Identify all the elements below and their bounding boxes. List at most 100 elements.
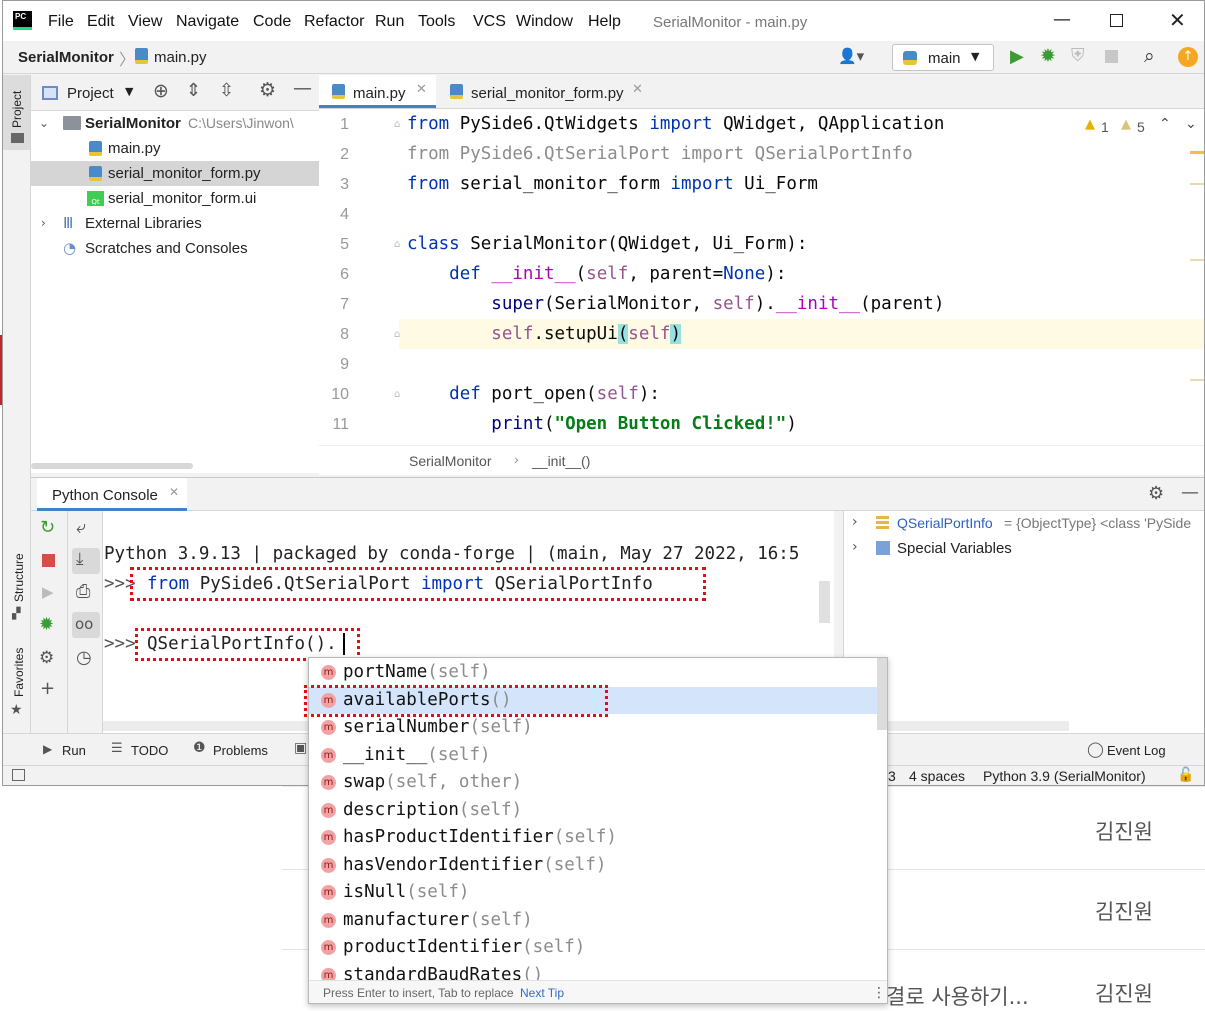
hide-icon[interactable]: —: [293, 77, 312, 99]
fold-icon[interactable]: ⌂: [394, 119, 400, 130]
completion-item[interactable]: m isNull(self): [309, 879, 877, 907]
nav-project[interactable]: SerialMonitor: [18, 49, 114, 66]
menu-code[interactable]: Code: [253, 13, 291, 31]
close-icon[interactable]: ✕: [416, 82, 427, 97]
tree-scratches[interactable]: ◔ Scratches and Consoles: [31, 236, 319, 261]
fold-icon[interactable]: ⌂: [394, 239, 400, 250]
menu-vcs[interactable]: VCS: [473, 13, 506, 31]
fold-icon[interactable]: ⌂: [394, 329, 400, 340]
search-icon[interactable]: ⌕: [1144, 45, 1155, 67]
chevron-down-icon[interactable]: ▼: [125, 85, 133, 98]
expand-all-icon[interactable]: ⇕: [186, 80, 201, 101]
stripe-project-label[interactable]: Project: [10, 91, 24, 128]
print-icon[interactable]: ⎙: [76, 581, 90, 602]
special-variables-label[interactable]: Special Variables: [897, 540, 1012, 557]
menu-file[interactable]: File: [48, 13, 74, 31]
rerun-icon[interactable]: ↻: [40, 517, 55, 538]
soft-wrap-icon[interactable]: ⤶: [76, 517, 86, 538]
update-icon[interactable]: ↑: [1178, 47, 1198, 67]
error-stripe-mark[interactable]: [1190, 379, 1204, 381]
vertical-scrollbar[interactable]: [819, 581, 830, 623]
tree-item-form-ui[interactable]: Qt serial_monitor_form.ui: [31, 186, 319, 211]
close-icon[interactable]: ✕: [169, 485, 179, 499]
gear-icon[interactable]: ⚙: [1148, 483, 1164, 504]
maximize-icon[interactable]: [1110, 14, 1123, 27]
variable-name[interactable]: QSerialPortInfo: [897, 515, 993, 531]
debug-icon[interactable]: ✹: [1040, 45, 1056, 67]
chevron-right-icon[interactable]: ›: [852, 539, 858, 555]
chevron-down-icon[interactable]: ⌄: [1185, 116, 1197, 132]
menu-window[interactable]: Window: [516, 13, 573, 31]
stop-icon[interactable]: [42, 554, 55, 567]
status-indent[interactable]: 4 spaces: [909, 768, 965, 784]
menu-navigate[interactable]: Navigate: [176, 13, 239, 31]
stop-icon[interactable]: [1105, 50, 1118, 63]
stripe-favorites-label[interactable]: Favorites: [12, 648, 26, 697]
nav-file[interactable]: main.py: [154, 49, 207, 66]
completion-item[interactable]: m hasProductIdentifier(self): [309, 824, 877, 852]
error-stripe-mark[interactable]: [1190, 183, 1204, 185]
error-stripe-mark[interactable]: [1190, 259, 1204, 261]
layout-icon[interactable]: [12, 769, 25, 781]
completion-item[interactable]: m __init__(self): [309, 742, 877, 770]
next-tip-link[interactable]: Next Tip: [520, 981, 564, 1003]
history-icon[interactable]: ◷: [76, 647, 92, 668]
breadcrumb-method[interactable]: __init__(): [532, 453, 590, 469]
warning-icon[interactable]: ▲: [1085, 117, 1095, 132]
completion-item[interactable]: m hasVendorIdentifier(self): [309, 852, 877, 880]
tree-root[interactable]: ⌄ SerialMonitor C:\Users\Jinwon\: [31, 111, 319, 136]
menu-help[interactable]: Help: [588, 13, 621, 31]
tab-main-py[interactable]: main.py ✕: [319, 75, 436, 108]
close-icon[interactable]: ✕: [1169, 8, 1186, 32]
project-panel-title[interactable]: Project: [67, 85, 114, 102]
breadcrumb-class[interactable]: SerialMonitor: [409, 453, 491, 469]
error-stripe-mark[interactable]: [1190, 151, 1204, 154]
hide-icon[interactable]: —: [1181, 482, 1199, 503]
post-title-snippet[interactable]: 결로 사용하기...: [886, 981, 1029, 1011]
menu-view[interactable]: View: [128, 13, 162, 31]
bottom-tab-run[interactable]: Run: [62, 743, 86, 758]
tree-external-libraries[interactable]: › Ⅲ External Libraries: [31, 211, 319, 236]
tree-item-form-py[interactable]: serial_monitor_form.py: [31, 161, 319, 186]
bottom-tab-event-log[interactable]: Event Log: [1107, 743, 1166, 758]
fold-icon[interactable]: ⌂: [394, 389, 400, 400]
weak-warning-icon[interactable]: ▲: [1121, 117, 1131, 132]
tree-item-main[interactable]: main.py: [31, 136, 319, 161]
coverage-icon[interactable]: ⛨: [1071, 45, 1085, 66]
run-icon[interactable]: ▶: [42, 583, 54, 601]
settings-icon[interactable]: ⚙: [39, 648, 54, 668]
completion-item[interactable]: m description(self): [309, 797, 877, 825]
add-icon[interactable]: +: [40, 678, 55, 699]
debug-icon[interactable]: ✹: [39, 614, 54, 635]
popup-scrollbar[interactable]: [877, 658, 887, 730]
status-interpreter[interactable]: Python 3.9 (SerialMonitor): [983, 768, 1146, 784]
chevron-up-icon[interactable]: ⌃: [1159, 116, 1171, 132]
stripe-structure-label[interactable]: Structure: [12, 553, 26, 602]
run-config-selector[interactable]: main ▼: [892, 44, 994, 71]
completion-item[interactable]: m productIdentifier(self): [309, 934, 877, 962]
completion-item[interactable]: m portName(self): [309, 659, 877, 687]
collapse-all-icon[interactable]: ⇳: [219, 80, 234, 101]
horizontal-scrollbar[interactable]: [31, 463, 193, 469]
chevron-right-icon[interactable]: ›: [852, 514, 858, 530]
more-options-icon[interactable]: ⋮: [872, 981, 886, 1003]
status-position[interactable]: 3: [888, 768, 896, 784]
user-icon[interactable]: 👤▾: [838, 47, 864, 65]
completion-item[interactable]: m manufacturer(self): [309, 907, 877, 935]
run-icon[interactable]: ▶: [1010, 46, 1024, 67]
menu-refactor[interactable]: Refactor: [304, 13, 364, 31]
tab-serial-monitor-form[interactable]: serial_monitor_form.py ✕: [436, 75, 656, 108]
lock-icon[interactable]: 🔓: [1177, 767, 1194, 783]
minimize-icon[interactable]: —: [1053, 9, 1071, 30]
menu-edit[interactable]: Edit: [87, 13, 115, 31]
tab-python-console[interactable]: Python Console ✕: [37, 478, 187, 511]
terminal-icon[interactable]: ▣: [294, 740, 307, 756]
completion-item[interactable]: m swap(self, other): [309, 769, 877, 797]
menu-run[interactable]: Run: [375, 13, 404, 31]
code-editor[interactable]: 1 2 3 4 5 6 7 8 9 10 11 ⌂ ⌂ ⌂ ⌂ from PyS…: [319, 109, 1204, 445]
completion-item[interactable]: m serialNumber(self): [309, 714, 877, 742]
bottom-tab-problems[interactable]: Problems: [213, 743, 268, 758]
locate-icon[interactable]: ⊕: [153, 80, 169, 102]
close-icon[interactable]: ✕: [632, 82, 643, 97]
menu-tools[interactable]: Tools: [418, 13, 455, 31]
